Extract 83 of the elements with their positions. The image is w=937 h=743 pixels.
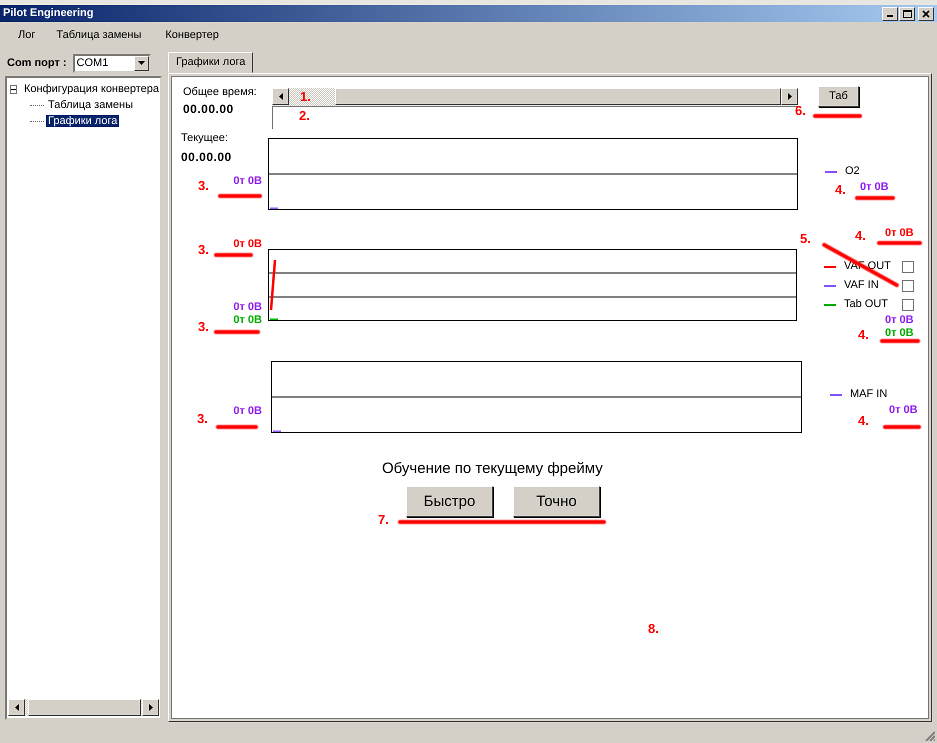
range-value: 0т 0В	[885, 327, 915, 340]
range-value: 0т 0В	[233, 405, 262, 418]
checkbox[interactable]	[902, 298, 914, 310]
range-value: 0т 0В	[885, 314, 915, 327]
time-value: 00.00.00	[183, 102, 235, 116]
menu-item[interactable]: Конвертер	[165, 28, 219, 42]
right-arrow-icon	[148, 704, 152, 711]
scroll-right-button[interactable]	[781, 88, 798, 105]
scroll-thumb[interactable]	[335, 88, 781, 105]
close-icon	[922, 10, 930, 18]
resize-grip-icon[interactable]	[924, 730, 935, 741]
com-port-label: Com порт :	[7, 56, 67, 70]
range-value: 0т 0В	[860, 181, 890, 194]
legend-label: VAF IN	[844, 279, 879, 292]
left-arrow-icon	[278, 93, 282, 100]
legend-label: O2	[845, 165, 860, 178]
range-value: 0т 0В	[233, 314, 262, 327]
annotation-underline	[214, 253, 253, 257]
action-button[interactable]: Точно	[513, 486, 600, 518]
range-value: 0т 0В	[233, 175, 262, 188]
close-button[interactable]	[918, 6, 934, 20]
range-value: 0т 0В	[233, 301, 262, 314]
minimize-button[interactable]	[882, 6, 898, 20]
tree-item[interactable]: Графики лога	[46, 114, 120, 128]
maximize-button[interactable]	[899, 6, 915, 20]
expand-toggle[interactable]	[10, 84, 17, 94]
checkbox[interactable]	[902, 280, 914, 292]
range-value: 0т 0В	[233, 238, 262, 251]
action-button[interactable]: Быстро	[406, 486, 493, 518]
legend-label: MAF IN	[850, 388, 888, 401]
annotation-number: 8.	[648, 622, 659, 635]
checkbox[interactable]	[902, 260, 914, 272]
scroll-left-button[interactable]	[8, 699, 25, 716]
annotation-underline	[214, 330, 260, 334]
horizontal-scrollbar[interactable]	[272, 88, 798, 106]
trace-line	[273, 430, 281, 432]
scroll-thumb[interactable]	[28, 699, 141, 716]
annotation-number: 4.	[835, 183, 846, 196]
minus-icon	[11, 86, 16, 92]
time-value: 00.00.00	[181, 150, 233, 164]
annotation-underline	[216, 425, 258, 429]
annotation-underline	[218, 194, 262, 198]
tree-item[interactable]: Конфигурация конвертера	[22, 82, 161, 96]
trace-line	[270, 318, 278, 320]
caret-icon	[138, 61, 145, 65]
menu-item[interactable]: Лог	[18, 28, 36, 42]
minimize-icon	[887, 15, 893, 17]
horizontal-scrollbar[interactable]	[8, 699, 159, 716]
annotation-number: 3.	[198, 243, 209, 256]
menu-item[interactable]: Таблица замены	[56, 28, 142, 42]
tab-button[interactable]: Таб	[818, 86, 859, 107]
tree-item[interactable]: Таблица замены	[46, 98, 136, 112]
range-value: 0т 0В	[885, 227, 915, 240]
annotation-number: 7.	[378, 513, 389, 526]
annotation-underline	[855, 196, 895, 200]
annotation-number: 1.	[300, 90, 311, 103]
left-arrow-icon	[14, 704, 18, 711]
annotation-number: 3.	[198, 320, 209, 333]
time-label: Общее время:	[183, 86, 258, 99]
trace-line	[270, 208, 278, 210]
scroll-left-button[interactable]	[272, 88, 289, 105]
annotation-number: 4.	[858, 414, 869, 427]
scroll-right-button[interactable]	[142, 699, 159, 716]
right-arrow-icon	[788, 93, 792, 100]
annotation-underline	[813, 114, 862, 118]
annotation-underline	[880, 339, 920, 343]
annotation-number: 5.	[800, 232, 811, 245]
annotation-number: 2.	[299, 109, 310, 122]
time-label: Текущее:	[181, 132, 229, 145]
annotation-underline	[883, 425, 921, 429]
annotation-underline	[877, 241, 922, 245]
maximize-icon	[902, 10, 912, 18]
annotation-number: 3.	[197, 412, 208, 425]
annotation-number: 3.	[198, 179, 209, 192]
annotation-number: 6.	[795, 104, 806, 117]
window-title: Pilot Engineering	[3, 7, 94, 20]
range-value: 0т 0В	[889, 404, 919, 417]
com-port-dropdown[interactable]: COM1	[72, 54, 151, 72]
annotation-number: 4.	[858, 328, 869, 341]
tab[interactable]: Графики лога	[168, 52, 254, 73]
annotation-number: 4.	[855, 229, 866, 242]
legend-label: Tab OUT	[844, 298, 888, 311]
section-title: Обучение по текущему фрейму	[382, 460, 604, 478]
